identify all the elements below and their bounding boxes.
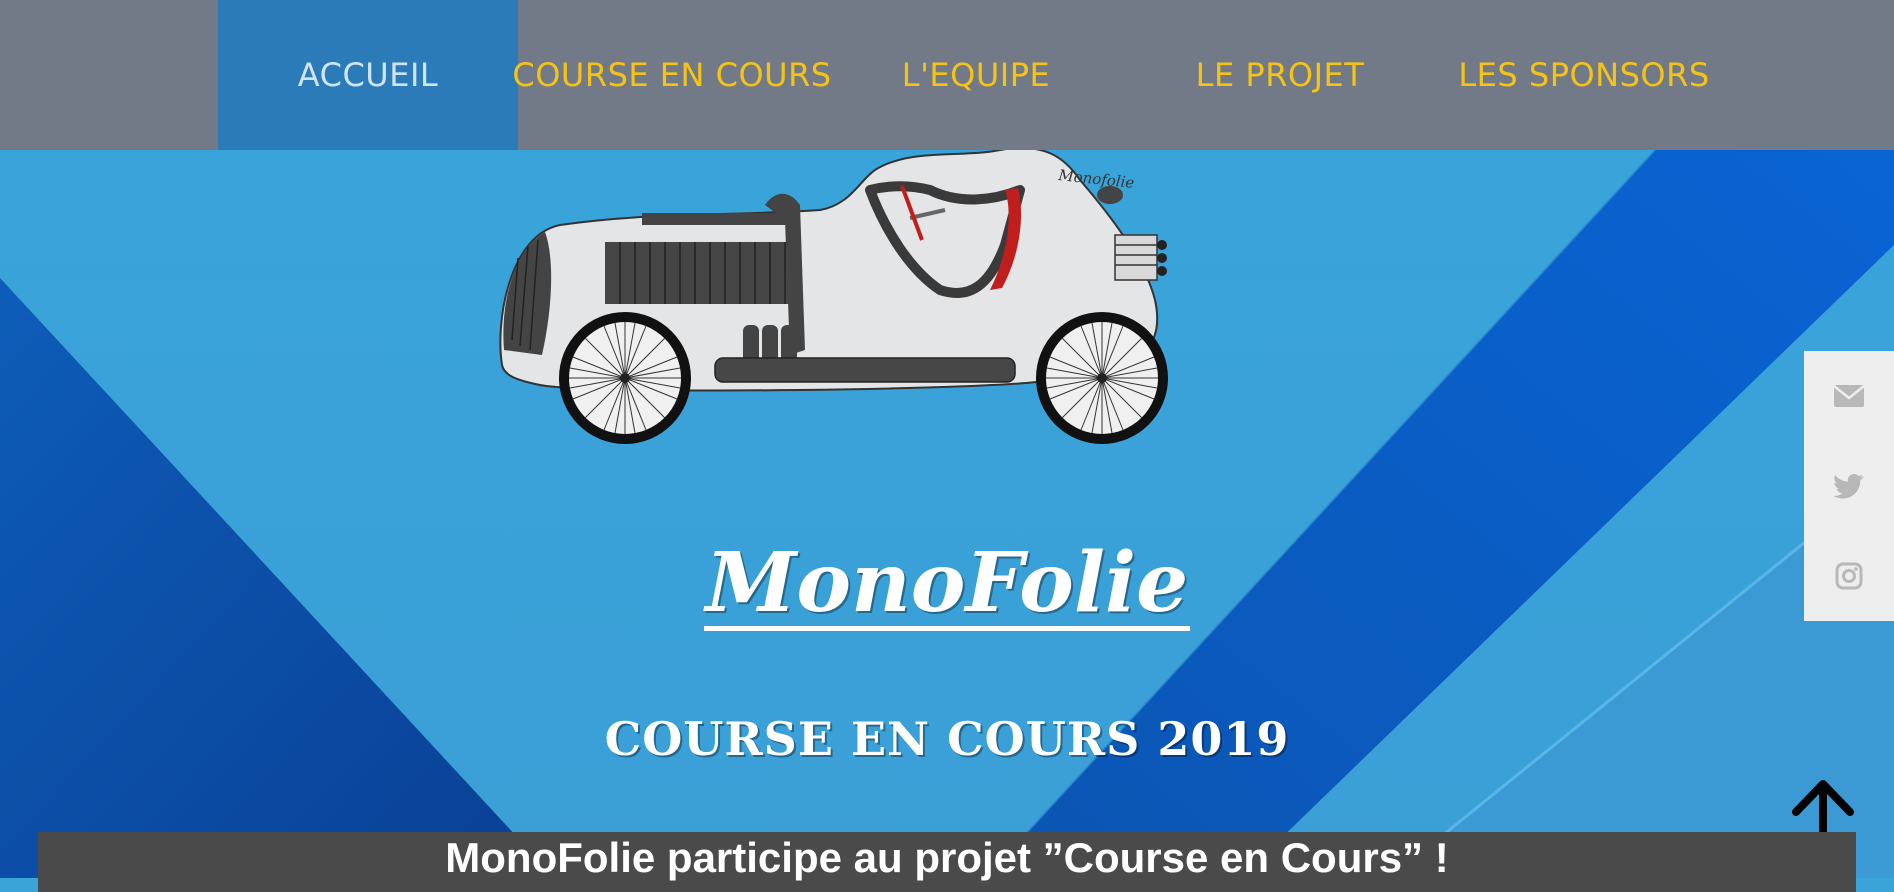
car-illustration: Monofolie (499, 150, 1168, 444)
nav-item-sponsors[interactable]: LES SPONSORS (1434, 0, 1734, 150)
nav-item-course-en-cours[interactable]: COURSE EN COURS (512, 0, 831, 150)
banner-text: MonoFolie participe au projet ”Course en… (445, 834, 1449, 881)
twitter-button[interactable] (1804, 441, 1894, 531)
email-button[interactable] (1804, 351, 1894, 441)
envelope-icon (1833, 385, 1865, 407)
nav-item-accueil[interactable]: ACCUEIL (218, 0, 518, 150)
hero-subtitle: COURSE EN COURS 2019 (604, 712, 1290, 766)
twitter-icon (1833, 474, 1864, 499)
rear-wheel (1036, 312, 1168, 444)
nav-item-equipe[interactable]: L'EQUIPE (826, 0, 1126, 150)
announcement-banner: MonoFolie participe au projet ”Course en… (38, 832, 1856, 892)
instagram-icon (1835, 562, 1863, 590)
instagram-button[interactable] (1804, 531, 1894, 621)
hero-section: Monofolie MonoFolie COURSE EN COURS 2019 (0, 150, 1894, 878)
social-sidebar (1804, 351, 1894, 621)
nav-item-projet[interactable]: LE PROJET (1130, 0, 1430, 150)
top-navigation: ACCUEIL COURSE EN COURS L'EQUIPE LE PROJ… (0, 0, 1894, 150)
front-wheel (559, 312, 691, 444)
brand-title: MonoFolie (703, 535, 1191, 632)
